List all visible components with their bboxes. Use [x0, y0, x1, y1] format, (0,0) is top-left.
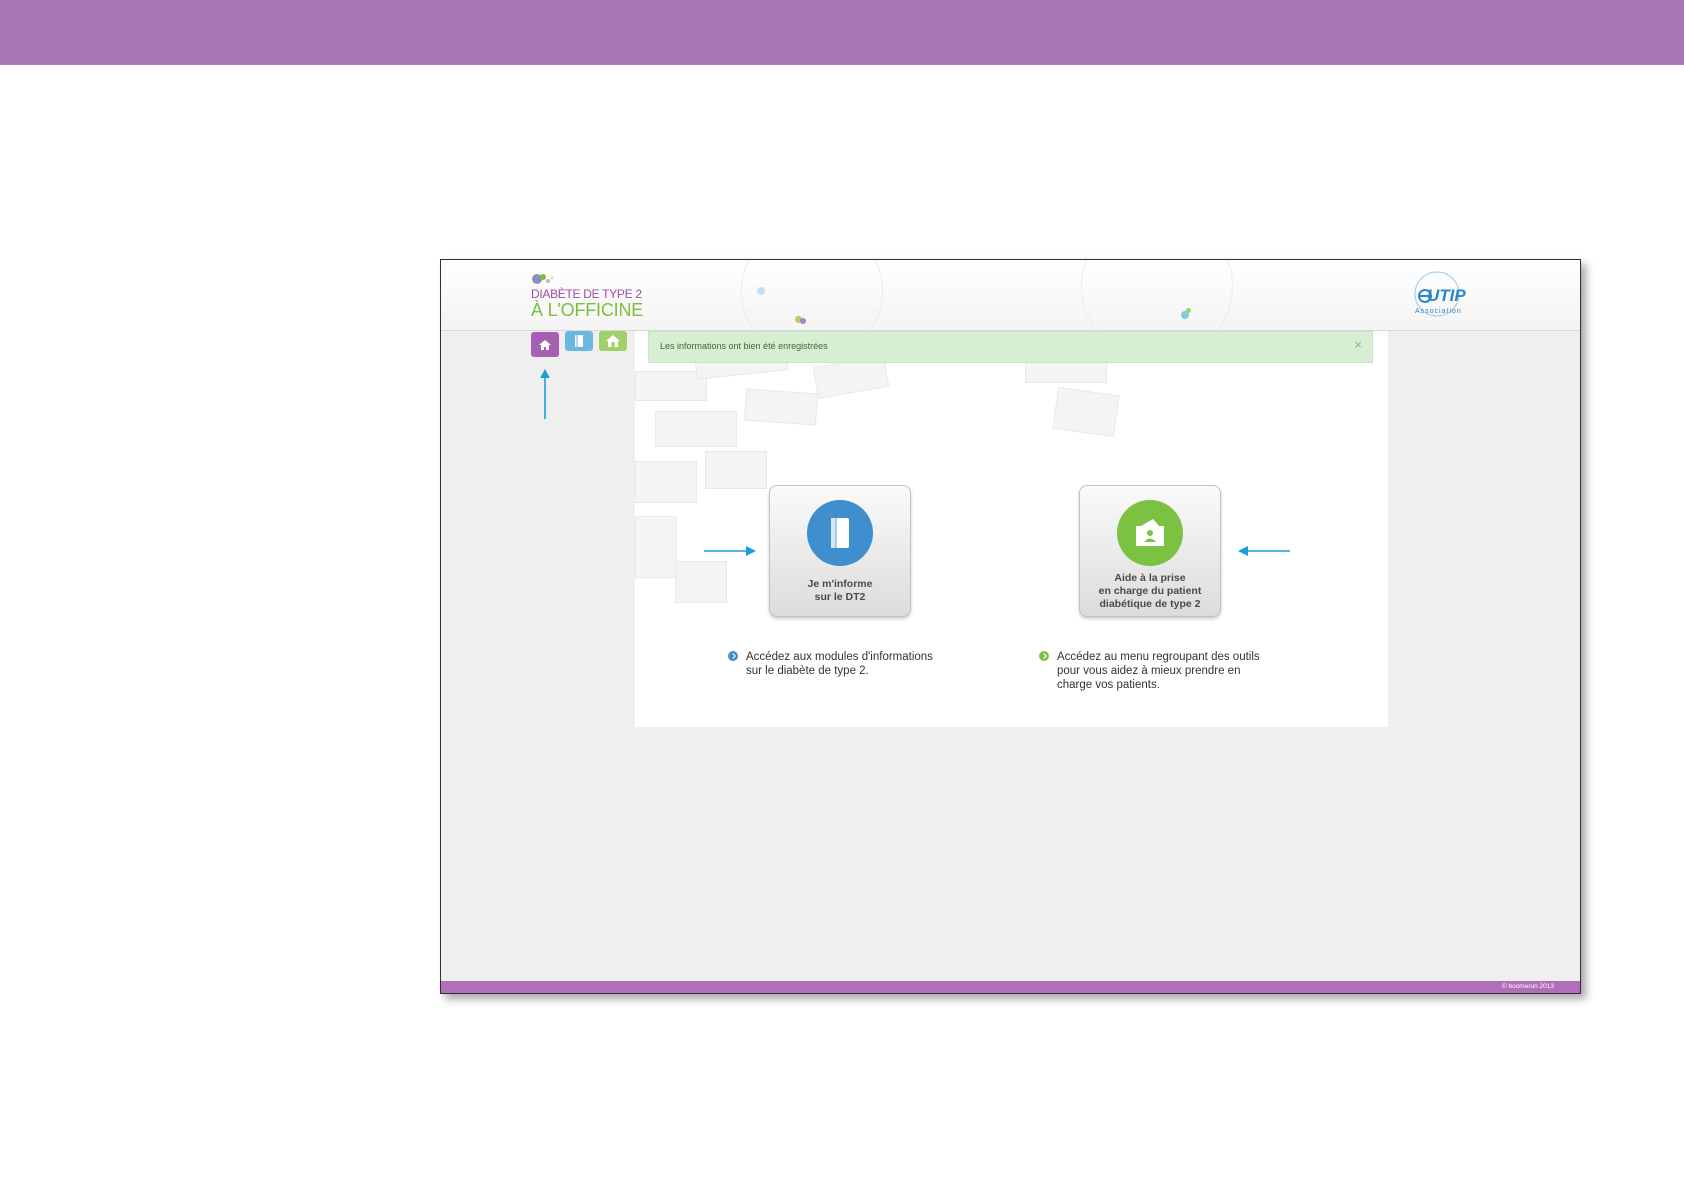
- utip-logo: UTIP Association: [1409, 270, 1479, 322]
- info-module-button[interactable]: Je m'informe sur le DT2: [769, 485, 911, 617]
- app-footer: © boomerun 2013: [441, 981, 1580, 993]
- background-brick: [705, 451, 767, 489]
- footer-copyright: © boomerun 2013: [1501, 983, 1554, 990]
- info-description-line: Accédez aux modules d'informations: [746, 651, 933, 663]
- nav-home-button[interactable]: [531, 332, 559, 357]
- close-icon[interactable]: ×: [1354, 337, 1362, 352]
- background-brick: [675, 561, 727, 603]
- patient-card-icon: [1136, 519, 1164, 546]
- book-icon: [575, 335, 583, 347]
- logo-title: DIABÈTE DE TYPE 2: [531, 287, 642, 301]
- success-alert: Les informations ont bien été enregistré…: [648, 331, 1373, 363]
- annotation-arrow-up: [540, 369, 550, 419]
- info-label-line: sur le DT2: [814, 591, 866, 603]
- app-logo[interactable]: DIABÈTE DE TYPE 2 À L'OFFICINE: [531, 272, 651, 322]
- home-icon: [539, 339, 551, 350]
- utip-name: UTIP: [1427, 286, 1466, 305]
- tools-circle: [1117, 500, 1183, 566]
- nav-tools-button[interactable]: [599, 331, 627, 351]
- background-brick: [635, 516, 677, 578]
- tools-label-line: en charge du patient: [1098, 585, 1202, 597]
- background-brick: [1052, 386, 1120, 438]
- logo-bubbles-icon: [532, 274, 554, 284]
- background-brick: [655, 411, 737, 447]
- tools-label-line: Aide à la prise: [1114, 572, 1186, 584]
- tools-description-line: charge vos patients.: [1057, 679, 1160, 691]
- tools-label-line: diabétique de type 2: [1099, 598, 1201, 610]
- utip-subtitle: Association: [1415, 308, 1462, 315]
- background-brick: [635, 461, 697, 503]
- background-brick: [743, 388, 819, 426]
- info-circle: [807, 500, 873, 566]
- annotation-arrow-right: [704, 546, 756, 556]
- app-header: DIABÈTE DE TYPE 2 À L'OFFICINE UTIP Asso…: [441, 260, 1580, 362]
- nav-info-button[interactable]: [565, 331, 593, 351]
- info-label-line: Je m'informe: [807, 578, 873, 590]
- tools-description-line: pour vous aidez à mieux prendre en: [1057, 665, 1241, 677]
- patient-care-button[interactable]: Aide à la prise en charge du patient dia…: [1079, 485, 1221, 617]
- logo-subtitle: À L'OFFICINE: [531, 300, 644, 320]
- tools-description: Accédez au menu regroupant des outils po…: [1039, 650, 1297, 692]
- patient-care-label: Aide à la prise en charge du patient dia…: [1080, 572, 1220, 611]
- house-tools-icon: [606, 335, 620, 347]
- info-description: Accédez aux modules d'informations sur l…: [728, 650, 986, 678]
- alert-message: Les informations ont bien été enregistré…: [660, 341, 828, 351]
- info-module-label: Je m'informe sur le DT2: [770, 578, 910, 604]
- header-decoration: [757, 287, 765, 295]
- tools-description-line: Accédez au menu regroupant des outils: [1057, 651, 1260, 663]
- app-window: DIABÈTE DE TYPE 2 À L'OFFICINE UTIP Asso…: [440, 259, 1581, 994]
- chevron-right-icon: [728, 651, 738, 661]
- header-decoration: [1186, 308, 1191, 313]
- info-description-line: sur le diabète de type 2.: [746, 665, 869, 677]
- chevron-right-icon: [1039, 651, 1049, 661]
- annotation-arrow-left: [1238, 546, 1290, 556]
- header-decoration: [800, 318, 806, 324]
- book-icon: [831, 518, 849, 548]
- top-banner: [0, 0, 1684, 65]
